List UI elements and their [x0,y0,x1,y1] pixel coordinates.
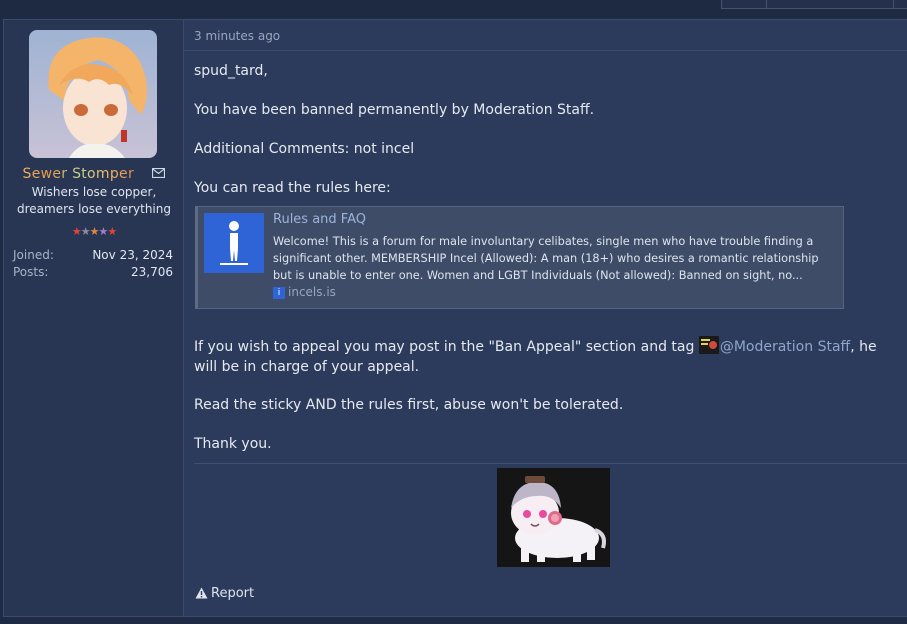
nav-tab[interactable] [766,0,894,9]
greeting: spud_tard, [194,63,268,79]
stat-row: Posts: 23,706 [13,264,173,281]
embed-title[interactable]: Rules and FAQ [273,212,366,227]
link-embed[interactable]: Rules and FAQ Welcome! This is a forum f… [195,206,844,309]
stat-value: Nov 23, 2024 [92,248,173,262]
avatar-image [29,30,157,158]
stat-key: Posts: [13,265,49,279]
stat-key: Joined: [13,248,54,262]
mention-badge-icon [698,336,719,354]
mention-link[interactable]: @Moderation Staff [720,339,850,355]
thanks-line: Thank you. [194,436,272,452]
embed-domain[interactable]: i incels.is [273,285,336,299]
post-timestamp[interactable]: 3 minutes ago [194,29,280,43]
post-content: 3 minutes ago spud_tard, You have been b… [184,20,907,616]
nav-tab[interactable] [893,0,907,9]
nav-tab[interactable] [721,0,767,9]
rules-line: You can read the rules here: [194,180,391,196]
user-stats: Joined: Nov 23, 2024 Posts: 23,706 [13,247,173,281]
embed-thumbnail [204,213,264,273]
signature-divider [194,463,907,464]
star-icon: ★ [107,225,117,238]
envelope-icon[interactable] [152,166,166,182]
embed-domain-text: incels.is [288,285,336,299]
appeal-text: If you wish to appeal you may post in th… [194,339,699,355]
stat-value: 23,706 [131,265,173,279]
star-icon: ★ [71,225,82,238]
appeal-paragraph: If you wish to appeal you may post in th… [194,336,894,377]
post: Sewer Stomper Wishers lose copper, dream… [3,19,907,617]
user-title: Wishers lose copper, dreamers lose every… [17,185,171,216]
user-sidebar: Sewer Stomper Wishers lose copper, dream… [4,20,184,616]
warning-icon [195,587,208,599]
stat-row: Joined: Nov 23, 2024 [13,247,173,264]
comments-line: Additional Comments: not incel [194,141,415,157]
star-icon: ★ [80,225,91,238]
report-button[interactable]: Report [195,586,254,601]
top-bar [0,0,907,18]
username[interactable]: Sewer Stomper [23,166,135,182]
sticky-line: Read the sticky AND the rules first, abu… [194,397,624,413]
star-icon: ★ [98,225,108,238]
ban-line: You have been banned permanently by Mode… [194,102,595,118]
signature-image [497,468,610,567]
embed-description: Welcome! This is a forum for male involu… [273,235,819,282]
avatar[interactable] [29,30,157,158]
rating-stars: ★★★★★ [4,225,184,238]
username-row: Sewer Stomper [4,166,184,186]
favicon-icon: i [273,286,285,299]
report-label: Report [211,586,255,601]
divider [184,50,907,51]
